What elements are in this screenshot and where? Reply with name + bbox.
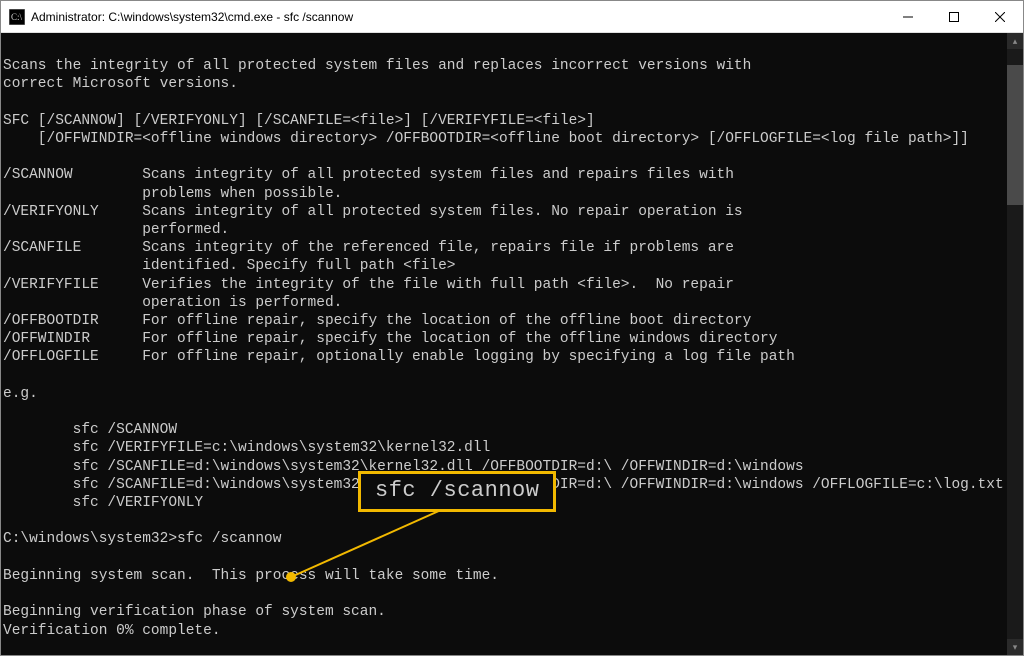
- window-controls: [885, 1, 1023, 32]
- maximize-button[interactable]: [931, 1, 977, 32]
- window-title: Administrator: C:\windows\system32\cmd.e…: [31, 10, 885, 24]
- close-button[interactable]: [977, 1, 1023, 32]
- command-callout: sfc /scannow: [358, 471, 556, 512]
- scroll-thumb[interactable]: [1007, 65, 1023, 205]
- scrollbar[interactable]: ▴ ▾: [1007, 33, 1023, 655]
- scroll-down-button[interactable]: ▾: [1007, 639, 1023, 655]
- scroll-up-button[interactable]: ▴: [1007, 33, 1023, 49]
- cmd-icon: C:\: [9, 9, 25, 25]
- titlebar[interactable]: C:\ Administrator: C:\windows\system32\c…: [1, 1, 1023, 33]
- svg-text:C:\: C:\: [11, 12, 23, 22]
- app-window: C:\ Administrator: C:\windows\system32\c…: [0, 0, 1024, 656]
- callout-text: sfc /scannow: [375, 478, 539, 503]
- terminal-area: Scans the integrity of all protected sys…: [1, 33, 1023, 655]
- terminal-output[interactable]: Scans the integrity of all protected sys…: [1, 33, 1007, 655]
- minimize-button[interactable]: [885, 1, 931, 32]
